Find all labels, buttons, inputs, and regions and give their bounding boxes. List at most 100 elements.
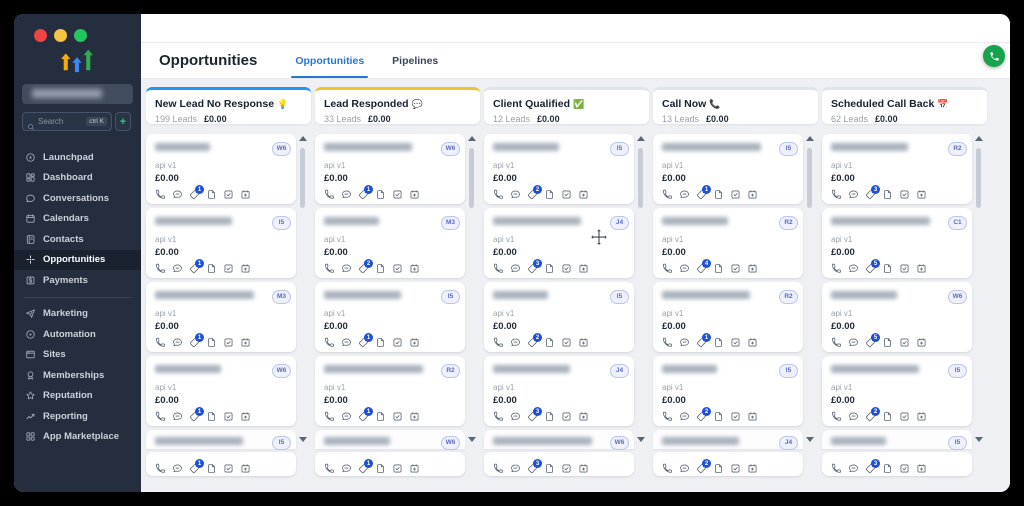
task-icon[interactable]	[899, 411, 910, 422]
column-scrollbar[interactable]	[467, 136, 476, 479]
scroll-up-arrow-icon[interactable]	[806, 136, 814, 141]
phone-icon[interactable]	[831, 189, 842, 200]
phone-icon[interactable]	[662, 263, 673, 274]
opportunity-card-clipped[interactable]: I5	[146, 430, 296, 449]
scroll-down-arrow-icon[interactable]	[637, 437, 645, 442]
phone-icon[interactable]	[662, 189, 673, 200]
scrollbar-thumb[interactable]	[469, 148, 474, 208]
calendar-plus-icon[interactable]	[916, 337, 927, 348]
phone-icon[interactable]	[662, 337, 673, 348]
opportunity-card[interactable]: J4api v1£0.003	[484, 356, 634, 426]
calendar-plus-icon[interactable]	[916, 463, 927, 474]
opportunity-card[interactable]: I5api v1£0.002	[822, 356, 972, 426]
message-icon[interactable]	[341, 463, 352, 474]
task-icon[interactable]	[730, 263, 741, 274]
tag-icon[interactable]: 2	[527, 337, 538, 348]
calendar-plus-icon[interactable]	[578, 463, 589, 474]
file-icon[interactable]	[882, 337, 893, 348]
task-icon[interactable]	[730, 337, 741, 348]
column-header[interactable]: New Lead No Response💡199 Leads£0.00	[146, 87, 311, 124]
file-icon[interactable]	[206, 463, 217, 474]
opportunity-card-clipped[interactable]: W6	[484, 430, 634, 449]
minimize-window-button[interactable]	[54, 29, 67, 42]
column-scrollbar[interactable]	[805, 136, 814, 479]
sidebar-item-calendars[interactable]: Calendars	[14, 209, 141, 230]
file-icon[interactable]	[882, 411, 893, 422]
opportunity-card[interactable]: W6api v1£0.001	[146, 356, 296, 426]
tag-icon[interactable]: 2	[527, 189, 538, 200]
phone-icon[interactable]	[324, 411, 335, 422]
task-icon[interactable]	[561, 189, 572, 200]
message-icon[interactable]	[848, 189, 859, 200]
file-icon[interactable]	[713, 411, 724, 422]
opportunity-card[interactable]: I5api v1£0.002	[484, 134, 634, 204]
close-window-button[interactable]	[34, 29, 47, 42]
tag-icon[interactable]: 3	[865, 463, 876, 474]
file-icon[interactable]	[375, 411, 386, 422]
tag-icon[interactable]: 1	[358, 189, 369, 200]
sidebar-item-sites[interactable]: Sites	[14, 345, 141, 366]
scroll-down-arrow-icon[interactable]	[975, 437, 983, 442]
opportunity-card[interactable]: C1api v1£0.005	[822, 208, 972, 278]
phone-icon[interactable]	[155, 411, 166, 422]
calendar-plus-icon[interactable]	[916, 263, 927, 274]
opportunity-card-fragment[interactable]: 3	[822, 452, 972, 476]
tag-icon[interactable]: 1	[358, 463, 369, 474]
sidebar-item-marketing[interactable]: Marketing	[14, 304, 141, 325]
tag-icon[interactable]: 1	[189, 337, 200, 348]
tag-icon[interactable]: 2	[865, 411, 876, 422]
calendar-plus-icon[interactable]	[240, 411, 251, 422]
opportunity-card[interactable]: R2api v1£0.001	[653, 282, 803, 352]
task-icon[interactable]	[223, 463, 234, 474]
opportunity-card[interactable]: I5api v1£0.002	[484, 282, 634, 352]
message-icon[interactable]	[679, 189, 690, 200]
phone-icon[interactable]	[831, 263, 842, 274]
task-icon[interactable]	[392, 463, 403, 474]
sidebar-item-launchpad[interactable]: Launchpad	[14, 147, 141, 168]
sidebar-item-memberships[interactable]: Memberships	[14, 365, 141, 386]
scrollbar-thumb[interactable]	[638, 148, 643, 208]
calendar-plus-icon[interactable]	[240, 337, 251, 348]
file-icon[interactable]	[375, 463, 386, 474]
sidebar-item-reporting[interactable]: Reporting	[14, 406, 141, 427]
maximize-window-button[interactable]	[74, 29, 87, 42]
phone-icon[interactable]	[324, 463, 335, 474]
file-icon[interactable]	[882, 463, 893, 474]
tag-icon[interactable]: 4	[696, 263, 707, 274]
tag-icon[interactable]: 1	[189, 189, 200, 200]
column-header[interactable]: Call Now📞13 Leads£0.00	[653, 87, 818, 124]
message-icon[interactable]	[679, 411, 690, 422]
task-icon[interactable]	[223, 263, 234, 274]
opportunity-card[interactable]: I5api v1£0.001	[653, 134, 803, 204]
message-icon[interactable]	[172, 189, 183, 200]
calendar-plus-icon[interactable]	[747, 463, 758, 474]
task-icon[interactable]	[899, 189, 910, 200]
tag-icon[interactable]: 5	[865, 337, 876, 348]
tag-icon[interactable]: 1	[696, 189, 707, 200]
opportunity-card-clipped[interactable]: J4	[653, 430, 803, 449]
calendar-plus-icon[interactable]	[409, 411, 420, 422]
tag-icon[interactable]: 1	[358, 411, 369, 422]
task-icon[interactable]	[223, 189, 234, 200]
task-icon[interactable]	[223, 411, 234, 422]
calendar-plus-icon[interactable]	[578, 337, 589, 348]
calendar-plus-icon[interactable]	[747, 263, 758, 274]
calendar-plus-icon[interactable]	[240, 263, 251, 274]
task-icon[interactable]	[899, 337, 910, 348]
tag-icon[interactable]: 2	[358, 263, 369, 274]
message-icon[interactable]	[341, 263, 352, 274]
calendar-plus-icon[interactable]	[240, 463, 251, 474]
message-icon[interactable]	[848, 463, 859, 474]
opportunity-card-clipped[interactable]: I5	[822, 430, 972, 449]
message-icon[interactable]	[172, 463, 183, 474]
message-icon[interactable]	[172, 337, 183, 348]
tag-icon[interactable]: 1	[189, 263, 200, 274]
message-icon[interactable]	[341, 337, 352, 348]
calendar-plus-icon[interactable]	[916, 189, 927, 200]
task-icon[interactable]	[899, 263, 910, 274]
file-icon[interactable]	[544, 411, 555, 422]
scroll-down-arrow-icon[interactable]	[299, 437, 307, 442]
phone-icon[interactable]	[493, 411, 504, 422]
message-icon[interactable]	[510, 189, 521, 200]
tag-icon[interactable]: 3	[527, 463, 538, 474]
